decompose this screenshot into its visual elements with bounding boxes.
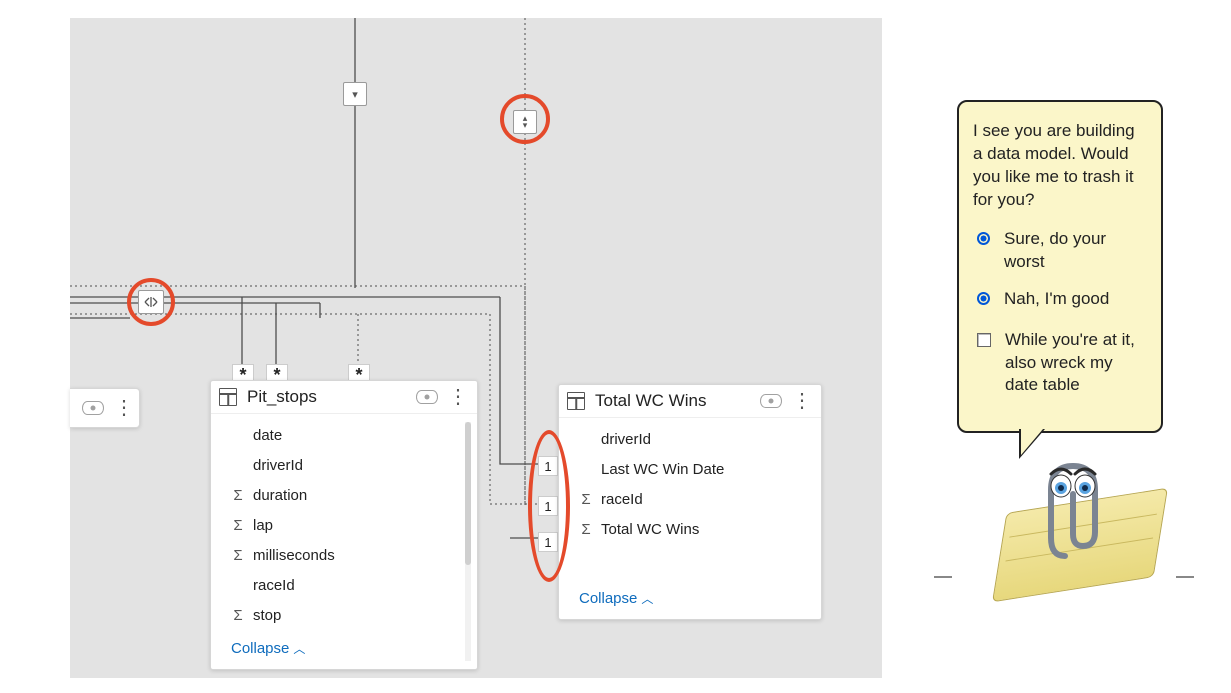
collapse-link[interactable]: Collapse︿ [559, 580, 653, 611]
table-card-total-wc-wins[interactable]: Total WC Wins ⋮ driverId Last WC Win Dat… [558, 384, 822, 620]
assistant-checkbox-option[interactable]: While you're at it, also wreck my date t… [977, 329, 1147, 398]
decorative-tick [934, 576, 952, 578]
more-options-icon[interactable]: ⋮ [792, 397, 811, 405]
more-options-icon[interactable]: ⋮ [448, 393, 467, 401]
field-row[interactable]: ΣTotal WC Wins [559, 514, 821, 544]
scrollbar[interactable] [465, 422, 471, 661]
table-title: Pit_stops [247, 387, 416, 407]
field-row[interactable]: Σmilliseconds [211, 540, 477, 570]
filter-direction-handle-left[interactable] [138, 290, 164, 314]
chevron-up-icon: ︿ [293, 640, 305, 657]
field-row[interactable]: date [211, 420, 477, 450]
cardinality-one-2: 1 [538, 496, 558, 516]
field-row[interactable]: Σstop [211, 600, 477, 630]
table-icon [219, 388, 237, 406]
cardinality-one-1: 1 [538, 456, 558, 476]
table-icon [567, 392, 585, 410]
collapse-link[interactable]: Collapse︿ [211, 630, 305, 661]
table-title: Total WC Wins [595, 391, 760, 411]
sigma-icon: Σ [577, 491, 595, 508]
speech-bubble-tail [1019, 429, 1045, 459]
assistant-message: I see you are building a data model. Wou… [973, 120, 1147, 212]
field-row[interactable]: driverId [559, 424, 821, 454]
field-row[interactable]: Last WC Win Date [559, 454, 821, 484]
field-row[interactable]: Σduration [211, 480, 477, 510]
radio-icon [977, 292, 990, 305]
chevron-up-icon: ︿ [641, 590, 653, 607]
sigma-icon: Σ [229, 607, 247, 624]
sigma-icon: Σ [229, 547, 247, 564]
assistant-speech-bubble: I see you are building a data model. Wou… [957, 100, 1163, 433]
cardinality-one-3: 1 [538, 532, 558, 552]
field-row[interactable]: ΣraceId [559, 484, 821, 514]
filter-direction-handle-top[interactable]: ▾ [343, 82, 367, 106]
sigma-icon: Σ [229, 517, 247, 534]
checkbox-icon [977, 333, 991, 347]
sigma-icon: Σ [229, 487, 247, 504]
filter-direction-handle-both[interactable]: ▴▾ [513, 110, 537, 134]
visibility-icon[interactable] [416, 390, 438, 404]
model-canvas[interactable]: ▾ ▴▾ * * * 1 1 1 ⋮ Pit_stops ⋮ date driv… [70, 18, 882, 678]
table-card-pit-stops[interactable]: Pit_stops ⋮ date driverId Σduration Σlap… [210, 380, 478, 670]
assistant-option-2[interactable]: Nah, I'm good [977, 288, 1147, 311]
decorative-tick [1176, 576, 1194, 578]
table-card-offscreen[interactable]: ⋮ [70, 388, 140, 428]
radio-icon [977, 232, 990, 245]
field-row[interactable]: Σlap [211, 510, 477, 540]
assistant-option-1[interactable]: Sure, do your worst [977, 228, 1147, 274]
sigma-icon: Σ [577, 521, 595, 538]
more-options-icon[interactable]: ⋮ [114, 404, 133, 412]
visibility-icon[interactable] [82, 401, 104, 415]
field-row[interactable]: driverId [211, 450, 477, 480]
clippy-assistant-icon [1000, 460, 1160, 590]
visibility-icon[interactable] [760, 394, 782, 408]
field-row[interactable]: raceId [211, 570, 477, 600]
